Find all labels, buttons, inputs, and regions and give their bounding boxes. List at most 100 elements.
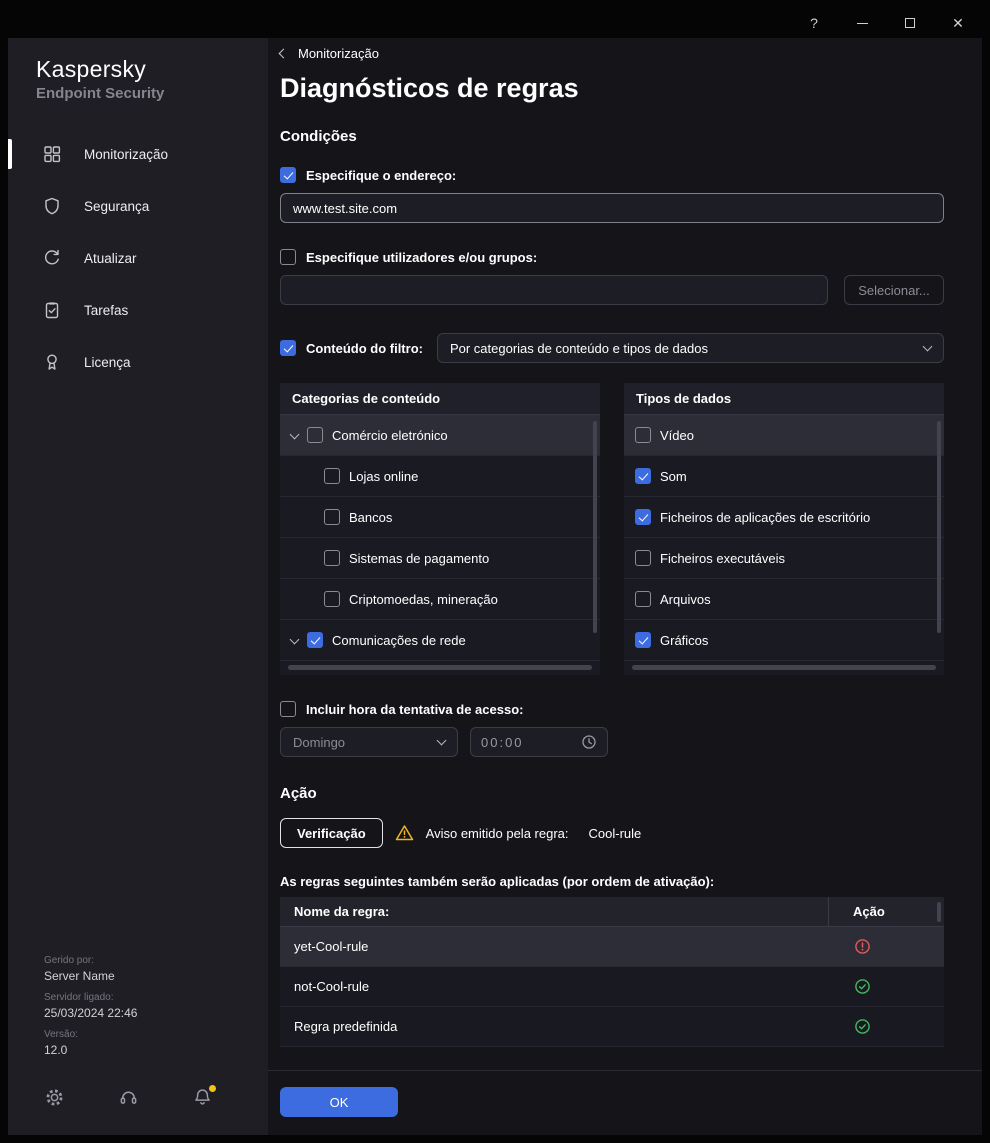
category-label: Lojas online — [349, 468, 419, 484]
time-input[interactable]: 00:00 — [470, 727, 608, 757]
category-row[interactable]: Sistemas de pagamento — [280, 538, 600, 579]
datatype-checkbox[interactable] — [635, 591, 651, 607]
category-checkbox[interactable] — [324, 550, 340, 566]
server-connected-label: Servidor ligado: — [44, 992, 114, 1003]
help-button[interactable]: ? — [790, 9, 838, 37]
address-input[interactable] — [280, 193, 944, 223]
footer-divider — [268, 1070, 982, 1071]
sidebar-footer: Gerido por: Server Name Servidor ligado:… — [8, 946, 268, 1057]
category-checkbox[interactable] — [307, 427, 323, 443]
main-content: Monitorização Diagnósticos de regras Con… — [268, 38, 982, 1135]
datatypes-header: Tipos de dados — [624, 383, 944, 415]
maximize-icon — [905, 18, 915, 28]
notification-badge — [209, 1085, 216, 1092]
breadcrumb-label: Monitorização — [298, 46, 379, 61]
ok-button[interactable]: OK — [280, 1087, 398, 1117]
shield-icon — [42, 196, 62, 216]
category-label: Bancos — [349, 509, 393, 525]
select-users-button[interactable]: Selecionar... — [844, 275, 944, 305]
sidebar-item-security[interactable]: Segurança — [8, 180, 268, 232]
warning-rule-name: Cool-rule — [588, 825, 642, 841]
warning-icon — [395, 824, 414, 842]
sidebar-item-license[interactable]: Licença — [8, 336, 268, 388]
clipboard-icon — [42, 300, 62, 320]
vertical-scrollbar[interactable] — [937, 902, 941, 922]
rules-table: Nome da regra: Ação yet-Cool-rule not-Co… — [280, 897, 944, 1047]
minimize-button[interactable] — [838, 9, 886, 37]
category-row[interactable]: Criptomoedas, mineração — [280, 579, 600, 620]
scrollbar-thumb[interactable] — [288, 664, 592, 670]
version-value: 12.0 — [44, 1043, 68, 1057]
filter-content-select[interactable]: Por categorias de conteúdo e tipos de da… — [436, 333, 944, 363]
sidebar-item-label: Atualizar — [84, 250, 137, 266]
datatype-checkbox[interactable] — [635, 509, 651, 525]
column-header-name: Nome da regra: — [294, 904, 390, 919]
category-row[interactable]: Comércio eletrónico — [280, 415, 600, 456]
table-row[interactable]: not-Cool-rule — [280, 967, 944, 1007]
settings-gear-icon[interactable] — [44, 1087, 66, 1109]
address-checkbox[interactable] — [280, 167, 296, 183]
support-icon[interactable] — [118, 1087, 140, 1109]
server-connected-value: 25/03/2024 22:46 — [44, 1006, 138, 1020]
chevron-down-icon[interactable] — [289, 634, 300, 644]
datatype-checkbox[interactable] — [635, 550, 651, 566]
app-window: ? ✕ Kaspersky Endpoint Security Monitori… — [0, 0, 990, 1143]
close-button[interactable]: ✕ — [934, 9, 982, 37]
datatype-row[interactable]: Ficheiros de aplicações de escritório — [624, 497, 944, 538]
users-label: Especifique utilizadores e/ou grupos: — [306, 249, 538, 265]
datatype-row[interactable]: Som — [624, 456, 944, 497]
filter-checkbox[interactable] — [280, 340, 296, 356]
users-checkbox[interactable] — [280, 249, 296, 265]
horizontal-scrollbar[interactable] — [280, 661, 600, 673]
sidebar-item-tasks[interactable]: Tarefas — [8, 284, 268, 336]
datatype-row[interactable]: Arquivos — [624, 579, 944, 620]
verify-button[interactable]: Verificação — [280, 818, 383, 848]
chevron-down-icon[interactable] — [289, 429, 300, 439]
horizontal-scrollbar[interactable] — [624, 661, 944, 673]
category-row[interactable]: Lojas online — [280, 456, 600, 497]
category-checkbox[interactable] — [307, 632, 323, 648]
day-select-value: Domingo — [293, 734, 346, 750]
notifications-bell-icon[interactable] — [192, 1085, 216, 1109]
column-header-action: Ação — [828, 897, 944, 926]
datatype-row[interactable]: Gráficos — [624, 620, 944, 661]
sidebar-item-update[interactable]: Atualizar — [8, 232, 268, 284]
category-checkbox[interactable] — [324, 591, 340, 607]
breadcrumb[interactable]: Monitorização — [278, 46, 379, 61]
access-time-label: Incluir hora da tentativa de acesso: — [306, 701, 524, 717]
refresh-icon — [42, 248, 62, 268]
category-checkbox[interactable] — [324, 468, 340, 484]
users-input[interactable] — [280, 275, 828, 305]
chevron-down-icon — [436, 735, 447, 746]
sidebar-item-monitoring[interactable]: Monitorização — [8, 128, 268, 180]
datatype-checkbox[interactable] — [635, 632, 651, 648]
datatype-checkbox[interactable] — [635, 427, 651, 443]
maximize-button[interactable] — [886, 9, 934, 37]
users-checkbox-row: Especifique utilizadores e/ou grupos: — [280, 249, 944, 265]
datatypes-panel: Tipos de dados Vídeo Som Ficheiros de ap… — [624, 383, 944, 675]
access-time-checkbox[interactable] — [280, 701, 296, 717]
rule-name: not-Cool-rule — [294, 979, 370, 994]
datatype-row[interactable]: Vídeo — [624, 415, 944, 456]
app-body: Kaspersky Endpoint Security Monitorizaçã… — [8, 38, 982, 1135]
datatype-checkbox[interactable] — [635, 468, 651, 484]
category-checkbox[interactable] — [324, 509, 340, 525]
active-indicator — [8, 139, 12, 169]
table-row[interactable]: Regra predefinida — [280, 1007, 944, 1047]
datatype-row[interactable]: Ficheiros executáveis — [624, 538, 944, 579]
vertical-scrollbar[interactable] — [937, 421, 941, 633]
category-row[interactable]: Bancos — [280, 497, 600, 538]
category-row[interactable]: Comunicações de rede — [280, 620, 600, 661]
verify-row: Verificação Aviso emitido pela regra: Co… — [280, 818, 944, 848]
category-label: Criptomoedas, mineração — [349, 591, 498, 607]
day-select[interactable]: Domingo — [280, 727, 458, 757]
table-row[interactable]: yet-Cool-rule — [280, 927, 944, 967]
back-icon — [278, 48, 289, 59]
license-icon — [42, 352, 62, 372]
rule-name: yet-Cool-rule — [294, 939, 369, 954]
time-row: Domingo 00:00 — [280, 727, 944, 757]
scrollbar-thumb[interactable] — [632, 664, 936, 670]
warning-status-icon — [854, 938, 871, 955]
vertical-scrollbar[interactable] — [593, 421, 597, 633]
filter-label: Conteúdo do filtro: — [306, 340, 423, 356]
